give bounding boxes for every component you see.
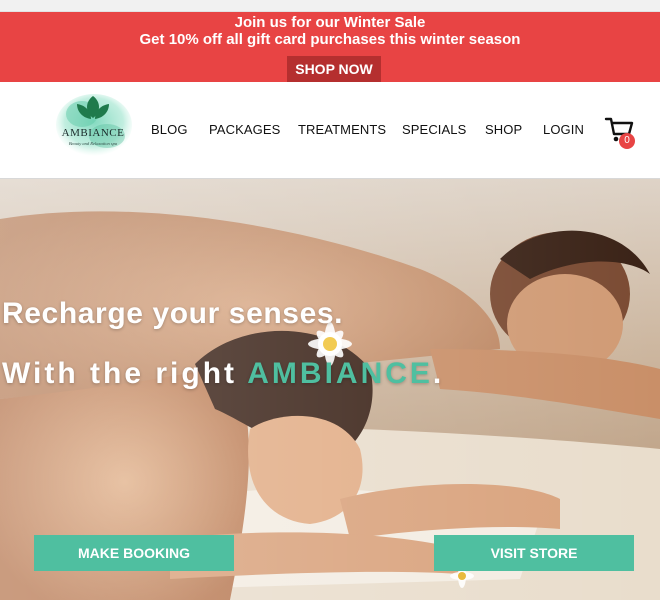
logo-wordmark: AMBIANCE	[62, 127, 125, 139]
promo-banner: Join us for our Winter Sale Get 10% off …	[0, 12, 660, 82]
promo-line-1: Join us for our Winter Sale	[234, 14, 426, 31]
hero-section: Recharge your senses. With the right AMB…	[0, 179, 660, 600]
promo-line-2: Get 10% off all gift card purchases this…	[139, 31, 521, 48]
hero-headline: Recharge your senses.	[2, 297, 344, 330]
nav-shop[interactable]: SHOP	[485, 122, 522, 137]
make-booking-button[interactable]: MAKE BOOKING	[34, 535, 234, 571]
hero-subline-prefix: With the right	[2, 357, 248, 390]
hero-subline-suffix: .	[432, 357, 445, 390]
site-header: AMBIANCE Beauty and Relaxation spa BLOG …	[0, 82, 660, 179]
nav-blog[interactable]: BLOG	[151, 122, 188, 137]
hero-subline: With the right AMBIANCE.	[2, 357, 444, 391]
hero-subline-accent: AMBIANCE	[247, 357, 433, 390]
ambiance-logo[interactable]: AMBIANCE Beauty and Relaxation spa	[47, 92, 139, 166]
browser-top-strip	[0, 0, 660, 12]
nav-specials[interactable]: SPECIALS	[402, 122, 466, 137]
nav-packages[interactable]: PACKAGES	[209, 122, 280, 137]
cart-count-badge: 0	[619, 133, 635, 149]
nav-login[interactable]: LOGIN	[543, 122, 584, 137]
shop-now-button[interactable]: SHOP NOW	[287, 56, 381, 82]
nav-treatments[interactable]: TREATMENTS	[298, 122, 386, 137]
cart-button[interactable]: 0	[604, 116, 638, 150]
logo-tagline: Beauty and Relaxation spa	[69, 141, 118, 146]
visit-store-button[interactable]: VISIT STORE	[434, 535, 634, 571]
